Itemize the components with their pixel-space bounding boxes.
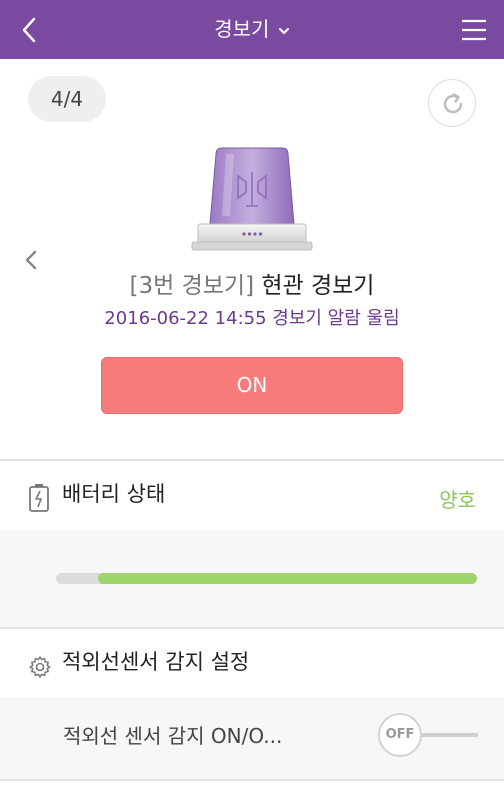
chevron-down-icon bbox=[278, 27, 289, 34]
refresh-button[interactable] bbox=[428, 79, 476, 127]
alarm-text: 경보기 알람 울림 bbox=[272, 308, 400, 329]
battery-level-fill bbox=[98, 573, 477, 584]
siren-icon bbox=[188, 146, 316, 258]
hamburger-menu-icon bbox=[462, 19, 486, 41]
battery-icon bbox=[29, 484, 49, 512]
title-dropdown[interactable]: 경보기 bbox=[0, 14, 504, 44]
gear-icon bbox=[29, 656, 51, 678]
refresh-icon bbox=[443, 93, 463, 114]
toggle-knob: OFF bbox=[378, 713, 422, 757]
alarm-info: 2016-06-22 14:55 경보기 알람 울림 bbox=[0, 305, 504, 333]
sensor-toggle-row: 적외선 센서 감지 ON/O... OFF bbox=[0, 697, 504, 779]
app-header: 경보기 bbox=[0, 0, 504, 59]
alarm-timestamp: 2016-06-22 14:55 bbox=[104, 308, 267, 329]
device-name-line: [3번 경보기] 현관 경보기 bbox=[0, 268, 504, 304]
sensor-toggle-label: 적외선 센서 감지 ON/O... bbox=[63, 724, 283, 748]
battery-section-header: 배터리 상태 양호 bbox=[0, 461, 504, 531]
device-name: 현관 경보기 bbox=[261, 273, 375, 299]
page-title: 경보기 bbox=[214, 17, 270, 41]
sensor-section-label: 적외선센서 감지 설정 bbox=[62, 650, 250, 674]
sensor-toggle[interactable]: OFF bbox=[378, 713, 478, 757]
battery-panel bbox=[0, 530, 504, 627]
battery-level-bar bbox=[56, 573, 477, 584]
battery-label: 배터리 상태 bbox=[62, 482, 166, 506]
power-on-button[interactable]: ON bbox=[101, 357, 403, 414]
battery-status: 양호 bbox=[439, 488, 476, 512]
divider bbox=[0, 779, 504, 781]
device-number: [3번 경보기] bbox=[129, 273, 255, 299]
sensor-section-header: 적외선센서 감지 설정 bbox=[0, 629, 504, 699]
page-indicator: 4/4 bbox=[28, 76, 106, 122]
menu-button[interactable] bbox=[458, 14, 490, 46]
